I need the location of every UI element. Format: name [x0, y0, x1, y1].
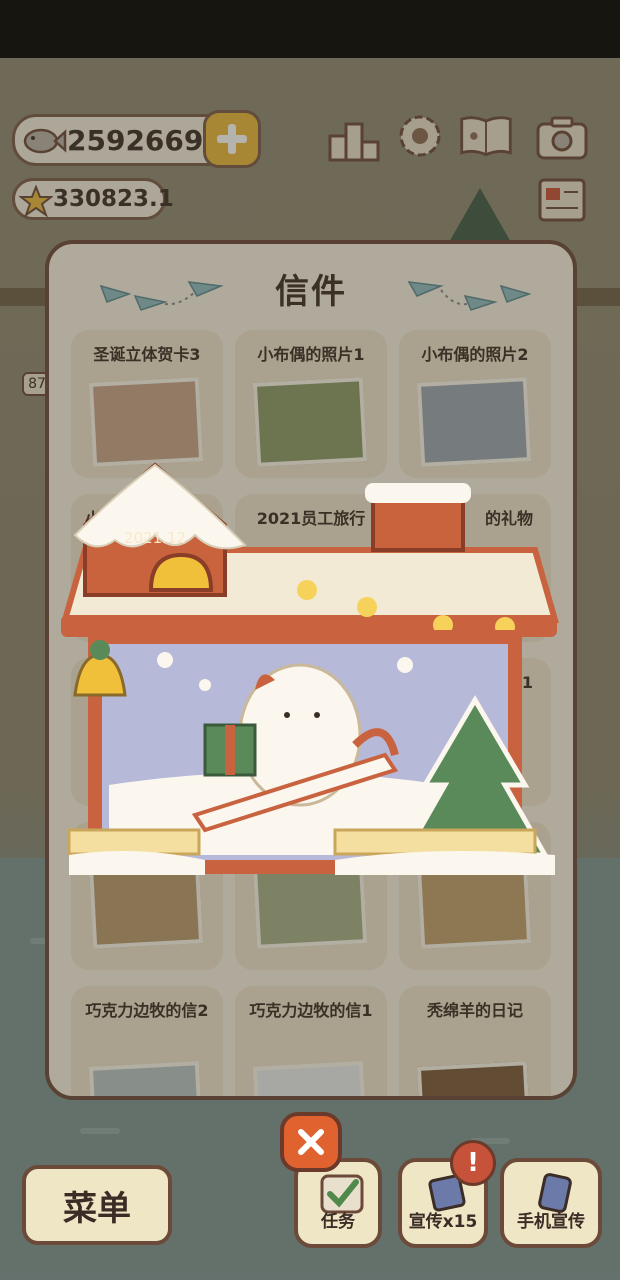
letter-card[interactable]: 巧克力边牧的信2	[71, 986, 223, 1096]
phone-promotion-label: 手机宣传	[517, 1212, 585, 1232]
camera-icon	[536, 116, 588, 160]
chimney-date: 2021.12	[124, 529, 186, 547]
notebook-button[interactable]	[534, 176, 590, 224]
letter-thumbnail	[252, 1061, 368, 1096]
letter-thumbnail	[252, 377, 368, 467]
star-count: 330823.1	[53, 186, 174, 212]
add-fish-button[interactable]	[203, 110, 261, 168]
menu-button[interactable]: 菜单	[22, 1165, 172, 1245]
floor-wave	[80, 1128, 120, 1134]
paper-plane-icon	[407, 281, 531, 311]
star-icon	[19, 185, 53, 217]
promotion-alert-badge: !	[450, 1140, 496, 1186]
phone-promotion-button[interactable]: 手机宣传	[500, 1158, 602, 1248]
settings-gear-icon	[399, 115, 441, 157]
ranking-button[interactable]	[326, 116, 382, 164]
fish-count: 2592669	[67, 123, 204, 157]
close-icon	[298, 1129, 324, 1155]
letter-card[interactable]: 秃绵羊的日记	[399, 986, 551, 1096]
menu-label: 菜单	[63, 1188, 131, 1229]
letter-thumbnail	[88, 1061, 204, 1096]
star-currency-bar: 330823.1	[12, 178, 174, 220]
promotion-label: 宣传x15	[408, 1212, 478, 1232]
letter-name: 小布偶的照片1	[257, 345, 365, 364]
camera-button[interactable]	[534, 114, 590, 162]
letter-card[interactable]: 巧克力边牧的信1	[235, 986, 387, 1096]
letter-thumbnail	[416, 377, 532, 467]
christmas-greeting-card[interactable]: 2021.12	[55, 455, 565, 885]
letter-name: 巧克力边牧的信1	[249, 1001, 373, 1020]
letter-name: 小布偶的照片2	[421, 345, 529, 364]
plus-icon	[217, 124, 247, 154]
paw-book-icon	[460, 116, 512, 157]
letter-name: 圣诞立体贺卡3	[93, 345, 201, 364]
fish-icon	[23, 128, 67, 154]
letter-thumbnail	[88, 377, 204, 467]
settings-button[interactable]	[392, 112, 448, 160]
letter-name: 秃绵羊的日记	[426, 1001, 523, 1020]
paw-book-button[interactable]	[458, 112, 514, 160]
task-label: 任务	[321, 1212, 355, 1232]
close-letters-button[interactable]	[280, 1112, 342, 1172]
ranking-icon	[328, 122, 380, 162]
notebook-icon	[538, 178, 586, 222]
status-bar	[0, 0, 620, 58]
letter-name: 巧克力边牧的信2	[85, 1001, 209, 1020]
letter-thumbnail	[416, 1061, 532, 1096]
